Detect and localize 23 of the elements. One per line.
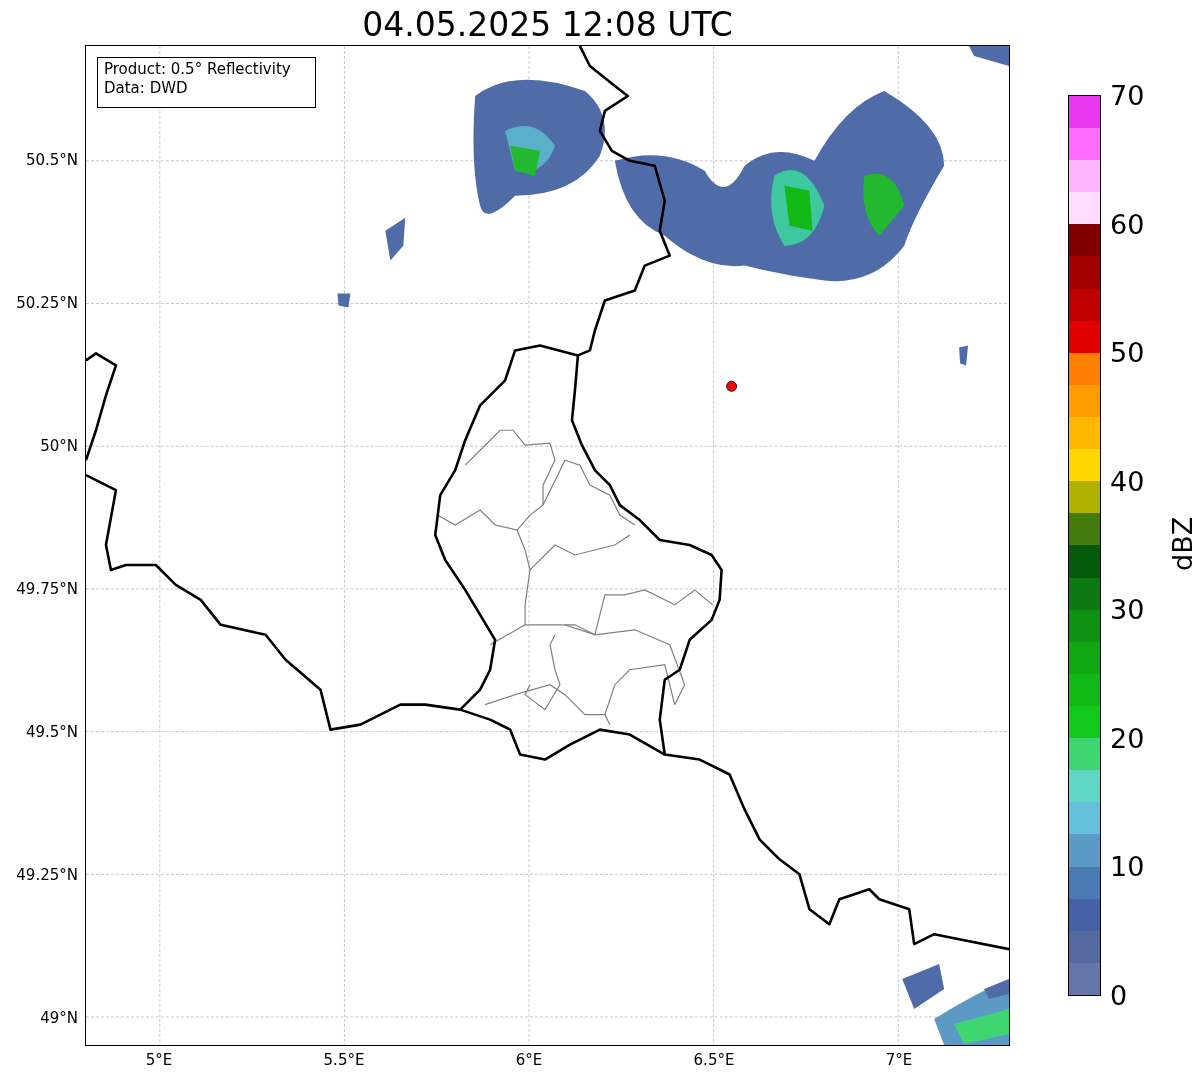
y-tick-label: 49.5°N [24, 723, 78, 741]
legend-text: Data: DWD [104, 79, 189, 98]
x-tick-label: 5°E [145, 1051, 173, 1069]
colorbar-tick-label: 70 [1110, 80, 1145, 112]
y-tick-label: 49.25°N [15, 866, 78, 884]
colorbar-tick-label: 0 [1110, 980, 1128, 1012]
colorbar-tick-label: 10 [1110, 851, 1145, 884]
colorbar-tick-label: 50 [1110, 337, 1145, 370]
colorbar-tick-label: 20 [1110, 722, 1145, 755]
y-tick-label: 49°N [39, 1009, 78, 1027]
colorbar-tick-label: 40 [1110, 465, 1145, 498]
y-tick-label: 50.5°N [24, 151, 78, 169]
colorbar-tick-label: 30 [1110, 594, 1145, 627]
legend-text: Product: 0.5° Reflectivity [104, 60, 291, 79]
x-tick-label: 5.5°E [323, 1051, 365, 1069]
x-tick-label: 6°E [515, 1051, 543, 1069]
x-tick-label: 6.5°E [693, 1051, 735, 1069]
x-tick-label: 7°E [885, 1051, 913, 1069]
y-tick-label: 49.75°N [15, 580, 78, 598]
y-tick-label: 50°N [39, 437, 78, 455]
colorbar-tick-label: 60 [1110, 208, 1145, 241]
chart-title: 04.05.2025 12:08 UTC [361, 4, 734, 46]
y-tick-label: 50.25°N [15, 294, 78, 312]
